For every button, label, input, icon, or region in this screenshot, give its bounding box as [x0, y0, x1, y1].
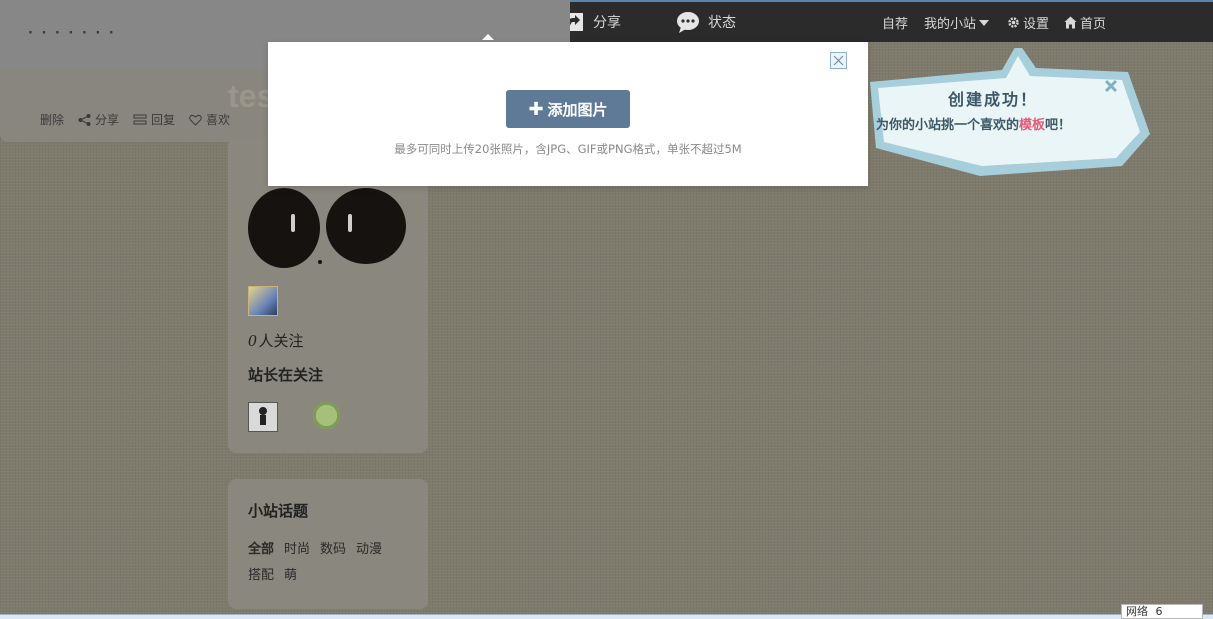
nav-share-label: 分享: [593, 15, 621, 31]
my-site-label: 我的小站: [924, 17, 977, 32]
suggestion-prefix: 为你的小站挑一个喜欢的: [876, 118, 1020, 133]
share-nodes-icon: [78, 113, 91, 126]
owner-avatar[interactable]: [248, 286, 278, 316]
close-icon: [833, 55, 844, 66]
upload-hint-text: 最多可同时上传20张照片，含JPG、GIF或PNG格式，单张不超过5M: [394, 142, 742, 156]
active-tab-pointer: [482, 34, 494, 40]
site-avatar: [248, 188, 406, 268]
post-text: · · · · · · ·: [28, 26, 116, 41]
topics-heading: 小站话题: [248, 502, 309, 520]
home-label: 首页: [1080, 17, 1107, 32]
topic-tag-digital[interactable]: 数码: [320, 542, 346, 557]
post-actions: 删除 分享 回复 喜欢: [40, 111, 230, 128]
template-link[interactable]: 模板: [1019, 118, 1045, 133]
following-avatar[interactable]: [248, 402, 278, 432]
follower-number: 0: [248, 331, 257, 350]
settings-label: 设置: [1023, 17, 1050, 32]
share-label: 分享: [95, 113, 120, 127]
settings-link[interactable]: 设置: [1007, 13, 1049, 32]
topics-card: 小站话题 全部 时尚 数码 动漫搭配萌: [228, 479, 428, 609]
owner-following-heading: 站长在关注: [248, 366, 324, 384]
delete-button[interactable]: 删除: [40, 111, 64, 128]
heart-icon: [189, 114, 202, 126]
caret-down-icon: [979, 19, 990, 26]
topic-tag-fashion[interactable]: 时尚: [284, 542, 310, 557]
reply-label: 回复: [151, 113, 176, 127]
delete-label: 删除: [40, 113, 65, 127]
topic-tag-all[interactable]: 全部: [248, 542, 274, 557]
home-icon: [1064, 16, 1077, 29]
chat-bubble-icon: [677, 12, 699, 33]
figure-icon: [259, 407, 267, 425]
gear-icon: [1008, 17, 1019, 28]
plus-icon: ✚: [528, 98, 544, 120]
topic-tag-list: 全部 时尚 数码 动漫搭配萌: [248, 537, 418, 589]
topic-tag-anime[interactable]: 动漫: [356, 542, 382, 557]
reply-button[interactable]: 回复: [133, 111, 175, 128]
my-site-menu[interactable]: 我的小站: [924, 13, 992, 32]
browser-status-strip: [0, 614, 1213, 619]
topic-tag-outfit[interactable]: 搭配: [248, 568, 274, 583]
template-suggestion: 为你的小站挑一个喜欢的模板吧！: [876, 114, 1071, 133]
recommend-link[interactable]: 自荐: [882, 13, 908, 32]
nav-status[interactable]: 状态: [676, 9, 736, 35]
nav-status-label: 状态: [708, 15, 736, 31]
reply-icon: [133, 114, 147, 124]
following-avatar[interactable]: [313, 402, 343, 432]
success-tip-bubble: 创建成功！ 为你的小站挑一个喜欢的模板吧！: [860, 48, 1160, 183]
network-label: 网络: [1126, 605, 1148, 618]
like-button[interactable]: 喜欢: [189, 111, 230, 128]
like-label: 喜欢: [206, 113, 231, 127]
network-value: 6: [1155, 605, 1163, 618]
network-status: 网络 6: [1121, 604, 1203, 619]
follower-count: 0 人关注: [248, 330, 304, 351]
close-icon: [1104, 79, 1118, 93]
add-photo-button[interactable]: ✚ 添加图片: [506, 90, 630, 128]
close-panel-button[interactable]: [830, 52, 847, 69]
photo-upload-panel: ✚ 添加图片 最多可同时上传20张照片，含JPG、GIF或PNG格式，单张不超过…: [268, 42, 868, 186]
home-link[interactable]: 首页: [1064, 13, 1106, 32]
follower-label: 人关注: [258, 332, 304, 350]
nav-share[interactable]: 分享: [563, 9, 621, 35]
add-photo-label: 添加图片: [547, 100, 608, 119]
topic-tag-cute[interactable]: 萌: [284, 568, 297, 583]
share-button[interactable]: 分享: [78, 111, 119, 128]
suggestion-suffix: 吧！: [1045, 118, 1072, 133]
success-title: 创建成功！: [948, 90, 1039, 109]
bubble-close-button[interactable]: [1103, 78, 1119, 94]
